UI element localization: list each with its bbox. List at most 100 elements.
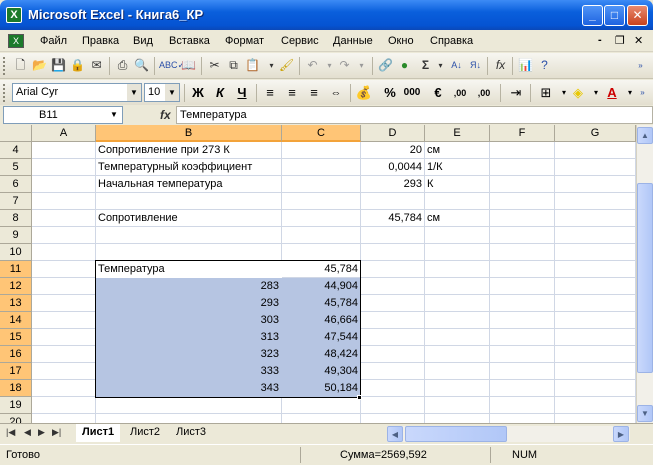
permission-icon[interactable]: 🔒 [69, 57, 86, 74]
cell-c15[interactable]: 47,544 [282, 329, 360, 345]
menu-format[interactable]: Формат [225, 35, 264, 47]
underline-button[interactable]: Ч [232, 84, 252, 102]
tab-sheet2[interactable]: Лист2 [124, 424, 166, 442]
borders-icon[interactable]: ⊞ [536, 84, 556, 102]
maximize-button[interactable]: □ [604, 5, 625, 26]
open-folder-icon[interactable]: 📂 [31, 57, 48, 74]
row-header-4[interactable]: 4 [0, 142, 32, 159]
row-header-14[interactable]: 14 [0, 312, 32, 329]
close-button[interactable]: ✕ [627, 5, 648, 26]
cell-b12[interactable]: 283 [96, 278, 281, 294]
row-header-11[interactable]: 11 [0, 261, 32, 278]
column-header-e[interactable]: E [425, 125, 490, 142]
new-document-icon[interactable]: 🗋 [12, 57, 29, 74]
currency-icon[interactable]: 💰 [354, 84, 374, 102]
cell-b18[interactable]: 343 [96, 380, 281, 396]
row-header-13[interactable]: 13 [0, 295, 32, 312]
save-icon[interactable]: 💾 [50, 57, 67, 74]
decrease-decimal-button[interactable]: ,00 [474, 84, 494, 102]
redo-dropdown-icon[interactable]: ▾ [353, 57, 370, 74]
merge-center-icon[interactable]: ⇔ [326, 84, 346, 102]
cell-b17[interactable]: 333 [96, 363, 281, 379]
print-icon[interactable]: ⎙ [114, 57, 131, 74]
column-header-g[interactable]: G [555, 125, 636, 142]
chevron-down-icon[interactable]: ▼ [107, 108, 121, 122]
cut-icon[interactable]: ✂ [206, 57, 223, 74]
research-icon[interactable]: 📖 [180, 57, 197, 74]
autosum-dropdown-icon[interactable]: ▾ [432, 57, 449, 74]
toolbar-options-icon[interactable]: » [634, 84, 651, 101]
menu-view[interactable]: Вид [133, 35, 153, 47]
euro-button[interactable]: € [428, 84, 448, 102]
align-center-icon[interactable]: ≡ [282, 84, 302, 102]
minimize-button[interactable]: _ [582, 5, 603, 26]
hscroll-thumb[interactable] [405, 426, 507, 442]
menu-edit[interactable]: Правка [82, 35, 119, 47]
cell-b13[interactable]: 293 [96, 295, 281, 311]
paste-icon[interactable]: 📋 [244, 57, 261, 74]
title-bar[interactable]: X Microsoft Excel - Книга6_КР _ □ ✕ [0, 0, 653, 30]
row-header-19[interactable]: 19 [0, 397, 32, 414]
row-header-15[interactable]: 15 [0, 329, 32, 346]
thousands-separator-button[interactable]: 000 [402, 84, 422, 102]
row-header-6[interactable]: 6 [0, 176, 32, 193]
cell-e6[interactable]: К [425, 176, 489, 192]
toolbar-grip[interactable] [3, 84, 6, 102]
font-color-icon[interactable]: A [602, 84, 622, 102]
undo-icon[interactable]: ↶ [304, 57, 321, 74]
menu-help[interactable]: Справка [430, 35, 473, 47]
menu-insert[interactable]: Вставка [169, 35, 210, 47]
indent-icon[interactable]: ⇥ [506, 84, 526, 102]
cell-c11[interactable]: 45,784 [282, 261, 360, 277]
select-all-button[interactable] [0, 125, 32, 142]
row-header-10[interactable]: 10 [0, 244, 32, 261]
last-sheet-icon[interactable]: ▶| [52, 427, 61, 438]
row-header-17[interactable]: 17 [0, 363, 32, 380]
cell-b4[interactable]: Сопротивление при 273 К [96, 142, 281, 158]
sort-ascending-icon[interactable]: A↓ [448, 57, 465, 74]
cell-d5[interactable]: 0,0044 [361, 159, 424, 175]
increase-decimal-button[interactable]: ‚00 [450, 84, 470, 102]
row-header-18[interactable]: 18 [0, 380, 32, 397]
menu-window[interactable]: Окно [388, 35, 414, 47]
email-icon[interactable]: ✉ [88, 57, 105, 74]
fill-color-icon[interactable]: ◈ [568, 84, 588, 102]
cell-b14[interactable]: 303 [96, 312, 281, 328]
cell-c18[interactable]: 50,184 [282, 380, 360, 396]
font-size-select[interactable]: 10 ▼ [144, 83, 180, 102]
scroll-left-icon[interactable]: ◀ [387, 426, 403, 442]
format-painter-icon[interactable]: 🖌 [278, 57, 295, 74]
align-right-icon[interactable]: ≡ [304, 84, 324, 102]
help-icon[interactable]: ? [536, 57, 553, 74]
horizontal-scrollbar[interactable]: ◀ ▶ [387, 426, 630, 442]
column-header-b[interactable]: B [96, 125, 282, 142]
copy-icon[interactable]: ⧉ [225, 57, 242, 74]
cell-b16[interactable]: 323 [96, 346, 281, 362]
column-header-d[interactable]: D [361, 125, 425, 142]
bold-button[interactable]: Ж [188, 84, 208, 102]
row-header-8[interactable]: 8 [0, 210, 32, 227]
scroll-up-icon[interactable]: ▲ [637, 127, 653, 144]
percent-button[interactable]: % [380, 84, 400, 102]
cell-c16[interactable]: 48,424 [282, 346, 360, 362]
menu-file[interactable]: Файл [40, 35, 67, 47]
insert-function-icon[interactable]: fx [492, 57, 509, 74]
scroll-right-icon[interactable]: ▶ [613, 426, 629, 442]
doc-close-button[interactable]: ✕ [634, 34, 643, 47]
row-header-5[interactable]: 5 [0, 159, 32, 176]
toolbar-options-icon[interactable]: » [632, 57, 649, 74]
worksheet-grid[interactable]: ABCDEFG 4 5 6 7 8 9 10 11 12 13 14 15 16 17 18 19 20 Соп… [0, 125, 636, 423]
spelling-icon[interactable]: ABC✓ [159, 57, 185, 74]
cell-c12[interactable]: 44,904 [282, 278, 360, 294]
cell-b8[interactable]: Сопротивление [96, 210, 281, 226]
redo-icon[interactable]: ↷ [336, 57, 353, 74]
insert-function-button[interactable]: fx [160, 108, 171, 122]
row-header-9[interactable]: 9 [0, 227, 32, 244]
cell-e8[interactable]: см [425, 210, 489, 226]
menu-data[interactable]: Данные [333, 35, 373, 47]
cell-b5[interactable]: Температурный коэффициент [96, 159, 281, 175]
row-header-16[interactable]: 16 [0, 346, 32, 363]
cell-c17[interactable]: 49,304 [282, 363, 360, 379]
prev-sheet-icon[interactable]: ◀ [24, 427, 31, 438]
vertical-scrollbar[interactable]: ▲ ▼ [636, 125, 653, 423]
